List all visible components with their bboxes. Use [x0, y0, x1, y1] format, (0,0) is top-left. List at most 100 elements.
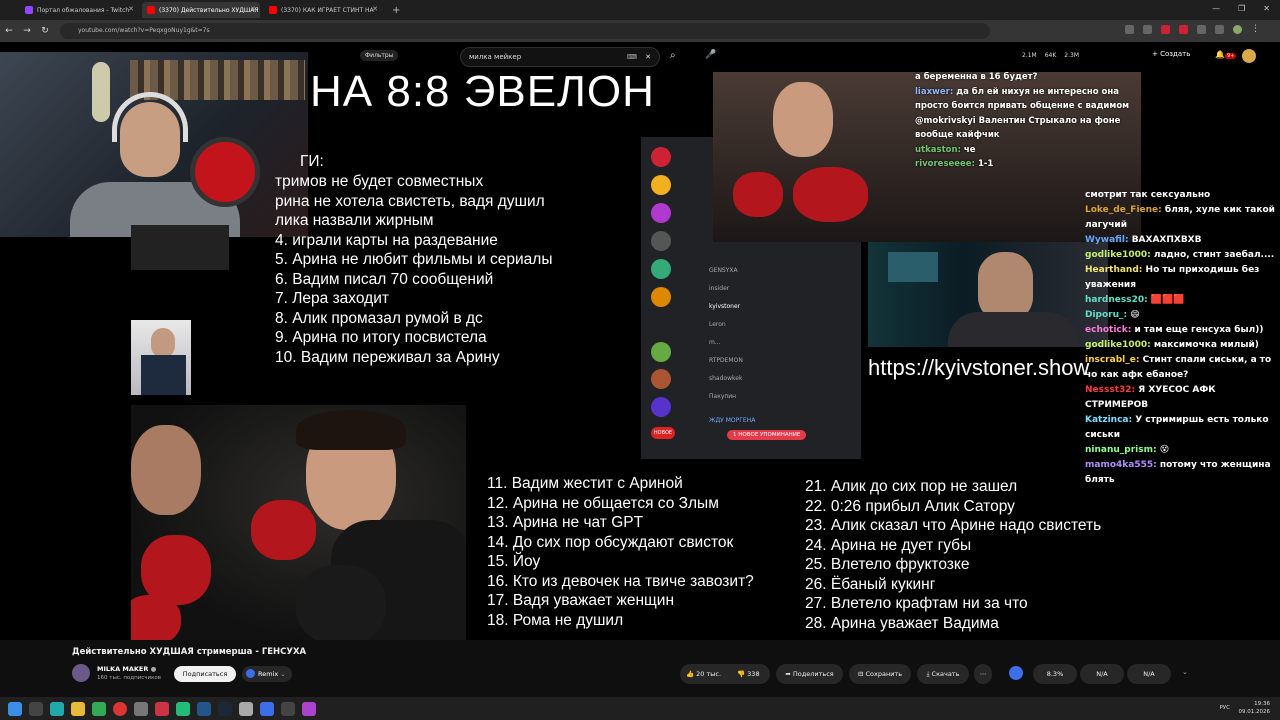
app-icon[interactable]: [281, 701, 295, 716]
more-actions-button[interactable]: ⋯: [974, 664, 992, 684]
extension-icon[interactable]: [1215, 25, 1224, 34]
edge-icon[interactable]: [50, 701, 64, 716]
chat-username[interactable]: ninanu_prism:: [1085, 445, 1157, 455]
chat-username[interactable]: Nessst32:: [1085, 385, 1135, 395]
chat-text: ВАХАХПХВХВ: [1131, 235, 1202, 245]
chat-username[interactable]: mamo4ka555:: [1085, 460, 1157, 470]
chat-username[interactable]: Loke_de_Fiene:: [1085, 205, 1162, 215]
app-icon[interactable]: [134, 701, 148, 716]
server-icon: [651, 397, 671, 417]
chat-message: Hearthand: Но ты приходишь без уважения: [1085, 263, 1275, 293]
system-tray[interactable]: РУС 19:36 09.01.2026: [1219, 700, 1270, 716]
app-icon[interactable]: [239, 701, 253, 716]
chat-message: liaxwer: да бл ей нихуя не интересно она…: [915, 85, 1140, 114]
app-icon[interactable]: [155, 701, 169, 716]
profile-icon[interactable]: [1233, 25, 1242, 34]
filter-button[interactable]: Фильтры: [360, 50, 399, 61]
extension-icon[interactable]: [1197, 25, 1206, 34]
chat-username[interactable]: Hearthand:: [1085, 265, 1142, 275]
remix-label: Remix: [258, 670, 279, 678]
clear-search-icon[interactable]: ✕: [645, 48, 651, 66]
dislike-button[interactable]: 👎 338: [737, 664, 760, 684]
search-icon[interactable]: ⌕: [670, 50, 676, 61]
chat-username[interactable]: echotick:: [1085, 325, 1131, 335]
close-tab-icon[interactable]: ✕: [250, 5, 256, 13]
extension-icon[interactable]: [1125, 25, 1134, 34]
folder-icon[interactable]: [71, 701, 85, 716]
language-indicator: РУС: [1219, 705, 1230, 711]
list-item: 9. Арина по итогу посвистела: [275, 329, 487, 346]
search-icon[interactable]: [29, 701, 43, 716]
notifications-icon[interactable]: 🔔 9+: [1215, 50, 1237, 59]
new-tab-button[interactable]: +: [392, 5, 400, 16]
chat-message: inscrabl_e: Стинт спали сиськи, а то чо …: [1085, 353, 1275, 383]
chat-username[interactable]: godlike1000:: [1085, 340, 1151, 350]
chevron-down-icon[interactable]: ⌄: [1182, 668, 1188, 676]
app-icon[interactable]: [302, 701, 316, 716]
create-label: Создать: [1160, 50, 1191, 58]
chat-username[interactable]: Wywafil:: [1085, 235, 1129, 245]
list-item: рина не хотела свистеть, вадя душил: [275, 192, 545, 210]
share-button[interactable]: ➦ Поделиться: [776, 664, 843, 684]
chrome-icon[interactable]: [113, 701, 127, 716]
menu-icon[interactable]: ⋮: [1251, 25, 1260, 34]
save-button[interactable]: ⊟ Сохранить: [849, 664, 911, 684]
chat-username[interactable]: liaxwer:: [915, 87, 953, 97]
monitor: [888, 252, 938, 282]
chat-message: hardness20: 🟥🟥🟥: [1085, 293, 1275, 308]
minimize-icon[interactable]: —: [1212, 4, 1220, 13]
browser-tab-active[interactable]: (3370) Действительно ХУДШАЯ ✕: [142, 2, 260, 18]
streamer-webcam: [0, 52, 308, 237]
download-icon: ⤓: [926, 670, 930, 678]
account-avatar[interactable]: [1242, 49, 1256, 63]
chat-username[interactable]: inscrabl_e:: [1085, 355, 1139, 365]
url-field[interactable]: youtube.com/watch?v=PeqxgoNuy1g&t=7s: [60, 23, 990, 39]
start-icon[interactable]: [8, 701, 22, 716]
app-icon[interactable]: [260, 701, 274, 716]
keyboard-icon[interactable]: ⌨: [627, 48, 637, 66]
forward-icon[interactable]: →: [18, 26, 36, 36]
windows-taskbar: РУС 19:36 09.01.2026: [0, 697, 1280, 720]
steam-icon[interactable]: [218, 701, 232, 716]
list-item: 25. Влетело фруктозке: [805, 556, 970, 573]
chat-message: echotick: и там еще генсуха был)): [1085, 323, 1275, 338]
maximize-icon[interactable]: ❐: [1238, 4, 1245, 13]
close-window-icon[interactable]: ✕: [1263, 4, 1270, 13]
browser-tab[interactable]: Портал обжалования - Twitch ✕: [20, 2, 138, 18]
share-label: Поделиться: [792, 670, 834, 678]
search-input[interactable]: милка мейкер ⌨ ✕: [460, 47, 660, 67]
channel-name[interactable]: MILKA MAKER ●: [97, 665, 156, 673]
close-tab-icon[interactable]: ✕: [128, 5, 134, 13]
like-button[interactable]: 👍 20 тыс.: [686, 664, 721, 684]
mic-icon[interactable]: 🎤: [705, 50, 716, 60]
list-item: 24. Арина не дует губы: [805, 536, 972, 554]
chat-username[interactable]: hardness20:: [1085, 295, 1148, 305]
browser-tab-bar: Портал обжалования - Twitch ✕ (3370) Дей…: [0, 0, 1280, 20]
video-player[interactable]: Фильтры милка мейкер ⌨ ✕ ⌕ 🎤 2.1M 64K 2.…: [0, 42, 1280, 640]
chat-username[interactable]: Diporu_:: [1085, 310, 1127, 320]
list-item: 8. Алик промазал румой в дс: [275, 309, 483, 327]
app-icon[interactable]: [176, 701, 190, 716]
channel-avatar[interactable]: [72, 664, 90, 682]
browser-tab[interactable]: (3370) КАК ИГРАЕТ СТИНТ НА ✕: [264, 2, 382, 18]
chat-username[interactable]: godlike1000:: [1085, 250, 1151, 260]
extension-icon[interactable]: [1143, 25, 1152, 34]
member-name: Пакупин: [709, 393, 737, 400]
extension-icon[interactable]: [1161, 25, 1170, 34]
chat-username[interactable]: utkaston:: [915, 145, 961, 155]
subscribe-button[interactable]: Подписаться: [174, 666, 236, 682]
reload-icon[interactable]: ↻: [36, 26, 54, 36]
chat-username[interactable]: rivoreseeee:: [915, 159, 975, 169]
extension-logo[interactable]: [1009, 666, 1023, 680]
app-icon[interactable]: [197, 701, 211, 716]
chat-username[interactable]: Katzinca:: [1085, 415, 1132, 425]
app-icon[interactable]: [92, 701, 106, 716]
create-button[interactable]: + Создать: [1152, 50, 1190, 58]
remix-button[interactable]: Remix ⌄: [242, 666, 292, 682]
extension-icon[interactable]: [1179, 25, 1188, 34]
youtube-icon: [269, 6, 277, 14]
close-tab-icon[interactable]: ✕: [372, 5, 378, 13]
back-icon[interactable]: ←: [0, 26, 18, 36]
download-button[interactable]: ⤓ Скачать: [917, 664, 969, 684]
search-value: милка мейкер: [469, 53, 522, 61]
